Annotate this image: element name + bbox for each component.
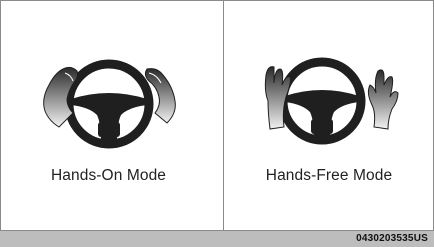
figure-code: 0430203535US [356, 233, 428, 244]
steering-wheel-icon [64, 59, 154, 149]
hands-free-panel: Hands-Free Mode [223, 1, 434, 230]
footer-bar: 0430203535US [0, 231, 434, 247]
steering-wheel-hands-free-icon [264, 57, 399, 145]
steering-wheel-icon [278, 57, 366, 145]
steering-wheel-hands-on-icon [43, 59, 176, 149]
hands-on-caption: Hands-On Mode [50, 167, 167, 184]
hands-free-caption: Hands-Free Mode [265, 167, 393, 184]
hands-on-panel: Hands-On Mode [1, 1, 216, 230]
right-open-hand-icon [367, 69, 399, 130]
illustration-frame: Hands-On Mode Hands-Free Mode [0, 0, 434, 231]
